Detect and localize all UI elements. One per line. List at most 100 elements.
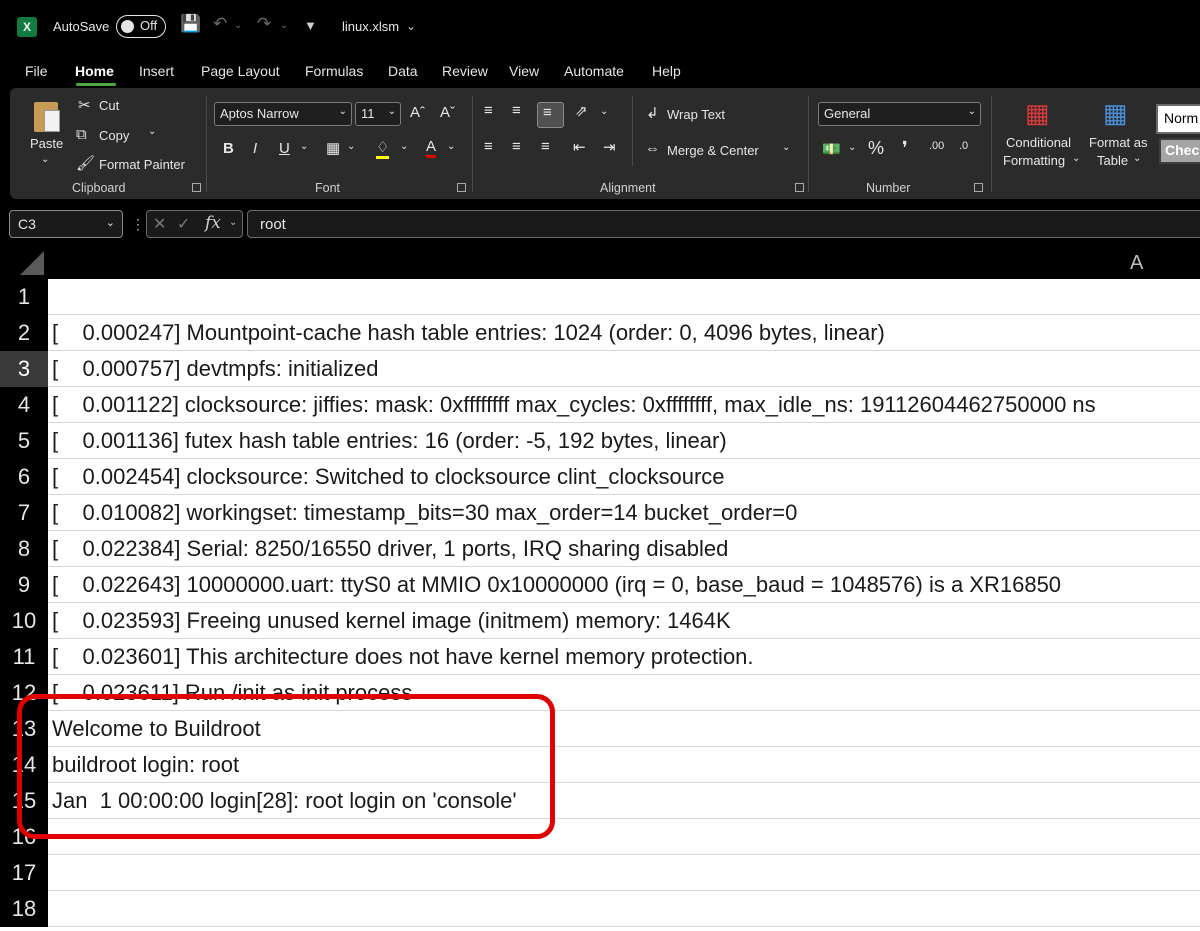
cell[interactable]: [48, 279, 1200, 315]
fill-color-icon[interactable]: ♢: [376, 138, 390, 159]
merge-center-icon[interactable]: ⇔: [645, 140, 660, 157]
fill-color-dropdown-icon[interactable]: ⌄: [400, 141, 408, 152]
comma-style-icon[interactable]: ❜: [902, 138, 908, 159]
conditional-formatting-icon[interactable]: ▦: [1025, 98, 1050, 129]
align-right-icon[interactable]: ≡: [541, 138, 550, 155]
select-all-button[interactable]: [0, 244, 48, 279]
top-align-icon[interactable]: ≡: [484, 102, 493, 119]
align-left-icon[interactable]: ≡: [484, 138, 493, 155]
accounting-dropdown-icon[interactable]: ⌄: [848, 142, 856, 153]
merge-center-button[interactable]: Merge & Center: [667, 143, 759, 158]
cell[interactable]: [ 0.000757] devtmpfs: initialized: [48, 351, 1200, 387]
chevron-down-icon[interactable]: ⌄: [406, 19, 416, 33]
alignment-launcher-icon[interactable]: [795, 183, 804, 192]
tab-help[interactable]: Help: [652, 63, 681, 79]
cell[interactable]: [ 0.022643] 10000000.uart: ttyS0 at MMIO…: [48, 567, 1200, 603]
cell[interactable]: [48, 891, 1200, 927]
underline-dropdown-icon[interactable]: ⌄: [300, 141, 308, 152]
tab-view[interactable]: View: [509, 63, 539, 79]
decrease-font-size-icon[interactable]: Aˇ: [440, 104, 455, 121]
cut-button[interactable]: Cut: [99, 98, 119, 113]
undo-dropdown-icon[interactable]: ⌄: [234, 20, 242, 31]
tab-automate[interactable]: Automate: [564, 63, 624, 79]
redo-icon[interactable]: ↷: [257, 14, 271, 34]
borders-icon[interactable]: ▦: [326, 139, 340, 157]
row-header[interactable]: 2: [0, 315, 48, 351]
row-header[interactable]: 18: [0, 891, 48, 927]
cell[interactable]: [ 0.001122] clocksource: jiffies: mask: …: [48, 387, 1200, 423]
increase-font-size-icon[interactable]: Aˆ: [410, 104, 425, 121]
cell[interactable]: [ 0.022384] Serial: 8250/16550 driver, 1…: [48, 531, 1200, 567]
paste-dropdown-icon[interactable]: ⌄: [41, 154, 49, 165]
copy-dropdown-icon[interactable]: ⌄: [148, 126, 156, 137]
row-header[interactable]: 9: [0, 567, 48, 603]
enter-icon[interactable]: ✓: [177, 214, 190, 234]
font-color-icon[interactable]: A: [426, 138, 437, 158]
row-header[interactable]: 7: [0, 495, 48, 531]
decrease-indent-icon[interactable]: ⇤: [573, 138, 586, 156]
row-header[interactable]: 17: [0, 855, 48, 891]
copy-icon[interactable]: ⧉: [76, 126, 87, 143]
paste-icon[interactable]: [32, 98, 62, 134]
tab-insert[interactable]: Insert: [139, 63, 174, 79]
formula-input[interactable]: root: [247, 210, 1200, 238]
cell[interactable]: [48, 855, 1200, 891]
file-name[interactable]: linux.xlsm: [342, 19, 399, 34]
cell[interactable]: [ 0.023593] Freeing unused kernel image …: [48, 603, 1200, 639]
save-icon[interactable]: 💾: [180, 14, 201, 34]
font-name-combo[interactable]: Aptos Narrow ⌄: [214, 102, 352, 126]
increase-decimal-icon[interactable]: .00: [929, 140, 944, 152]
align-center-icon[interactable]: ≡: [512, 138, 521, 155]
orientation-dropdown-icon[interactable]: ⌄: [600, 106, 608, 117]
cell[interactable]: [ 0.010082] workingset: timestamp_bits=3…: [48, 495, 1200, 531]
percent-style-icon[interactable]: %: [868, 138, 884, 159]
decrease-decimal-icon[interactable]: .0: [959, 140, 968, 152]
more-options-icon[interactable]: ⋮: [131, 216, 145, 233]
row-header[interactable]: 4: [0, 387, 48, 423]
bottom-align-icon[interactable]: ≡: [543, 104, 552, 121]
cancel-icon[interactable]: ✕: [153, 214, 166, 234]
middle-align-icon[interactable]: ≡: [512, 102, 521, 119]
cell[interactable]: [ 0.000247] Mountpoint-cache hash table …: [48, 315, 1200, 351]
font-launcher-icon[interactable]: [457, 183, 466, 192]
wrap-text-icon[interactable]: ↲: [646, 104, 659, 122]
format-as-table-line1[interactable]: Format as: [1089, 135, 1148, 150]
merge-dropdown-icon[interactable]: ⌄: [782, 142, 790, 153]
tab-formulas[interactable]: Formulas: [305, 63, 363, 79]
row-header[interactable]: 1: [0, 279, 48, 315]
redo-dropdown-icon[interactable]: ⌄: [280, 20, 288, 31]
format-painter-button[interactable]: Format Painter: [99, 157, 185, 172]
clipboard-launcher-icon[interactable]: [192, 183, 201, 192]
underline-icon[interactable]: U: [279, 140, 290, 157]
undo-icon[interactable]: ↶: [213, 14, 227, 34]
tab-file[interactable]: File: [25, 63, 48, 79]
chevron-down-icon[interactable]: ⌄: [229, 217, 237, 228]
italic-icon[interactable]: I: [253, 140, 257, 157]
cell[interactable]: [ 0.002454] clocksource: Switched to clo…: [48, 459, 1200, 495]
paste-button[interactable]: Paste: [30, 136, 63, 151]
format-as-table-line2[interactable]: Table: [1097, 153, 1128, 168]
font-color-dropdown-icon[interactable]: ⌄: [447, 141, 455, 152]
tab-review[interactable]: Review: [442, 63, 488, 79]
tab-page-layout[interactable]: Page Layout: [201, 63, 280, 79]
row-header[interactable]: 3: [0, 351, 48, 387]
orientation-icon[interactable]: ⇗: [575, 102, 588, 120]
format-as-table-dropdown-icon[interactable]: ⌄: [1133, 153, 1141, 164]
cell[interactable]: [ 0.001136] futex hash table entries: 16…: [48, 423, 1200, 459]
row-header[interactable]: 6: [0, 459, 48, 495]
style-normal[interactable]: Norm: [1156, 104, 1200, 134]
format-painter-icon[interactable]: 🖌: [76, 154, 95, 172]
customize-toolbar-icon[interactable]: ▼: [304, 18, 317, 33]
tab-data[interactable]: Data: [388, 63, 418, 79]
number-format-combo[interactable]: General ⌄: [818, 102, 981, 126]
row-header[interactable]: 8: [0, 531, 48, 567]
conditional-formatting-dropdown-icon[interactable]: ⌄: [1072, 153, 1080, 164]
name-box[interactable]: C3 ⌄: [9, 210, 123, 238]
insert-function-icon[interactable]: fx: [205, 213, 221, 233]
bold-icon[interactable]: B: [223, 140, 234, 157]
column-header-a[interactable]: A: [1130, 252, 1143, 275]
conditional-formatting-line1[interactable]: Conditional: [1006, 135, 1071, 150]
conditional-formatting-line2[interactable]: Formatting: [1003, 153, 1065, 168]
row-header[interactable]: 10: [0, 603, 48, 639]
tab-home[interactable]: Home: [75, 63, 114, 79]
